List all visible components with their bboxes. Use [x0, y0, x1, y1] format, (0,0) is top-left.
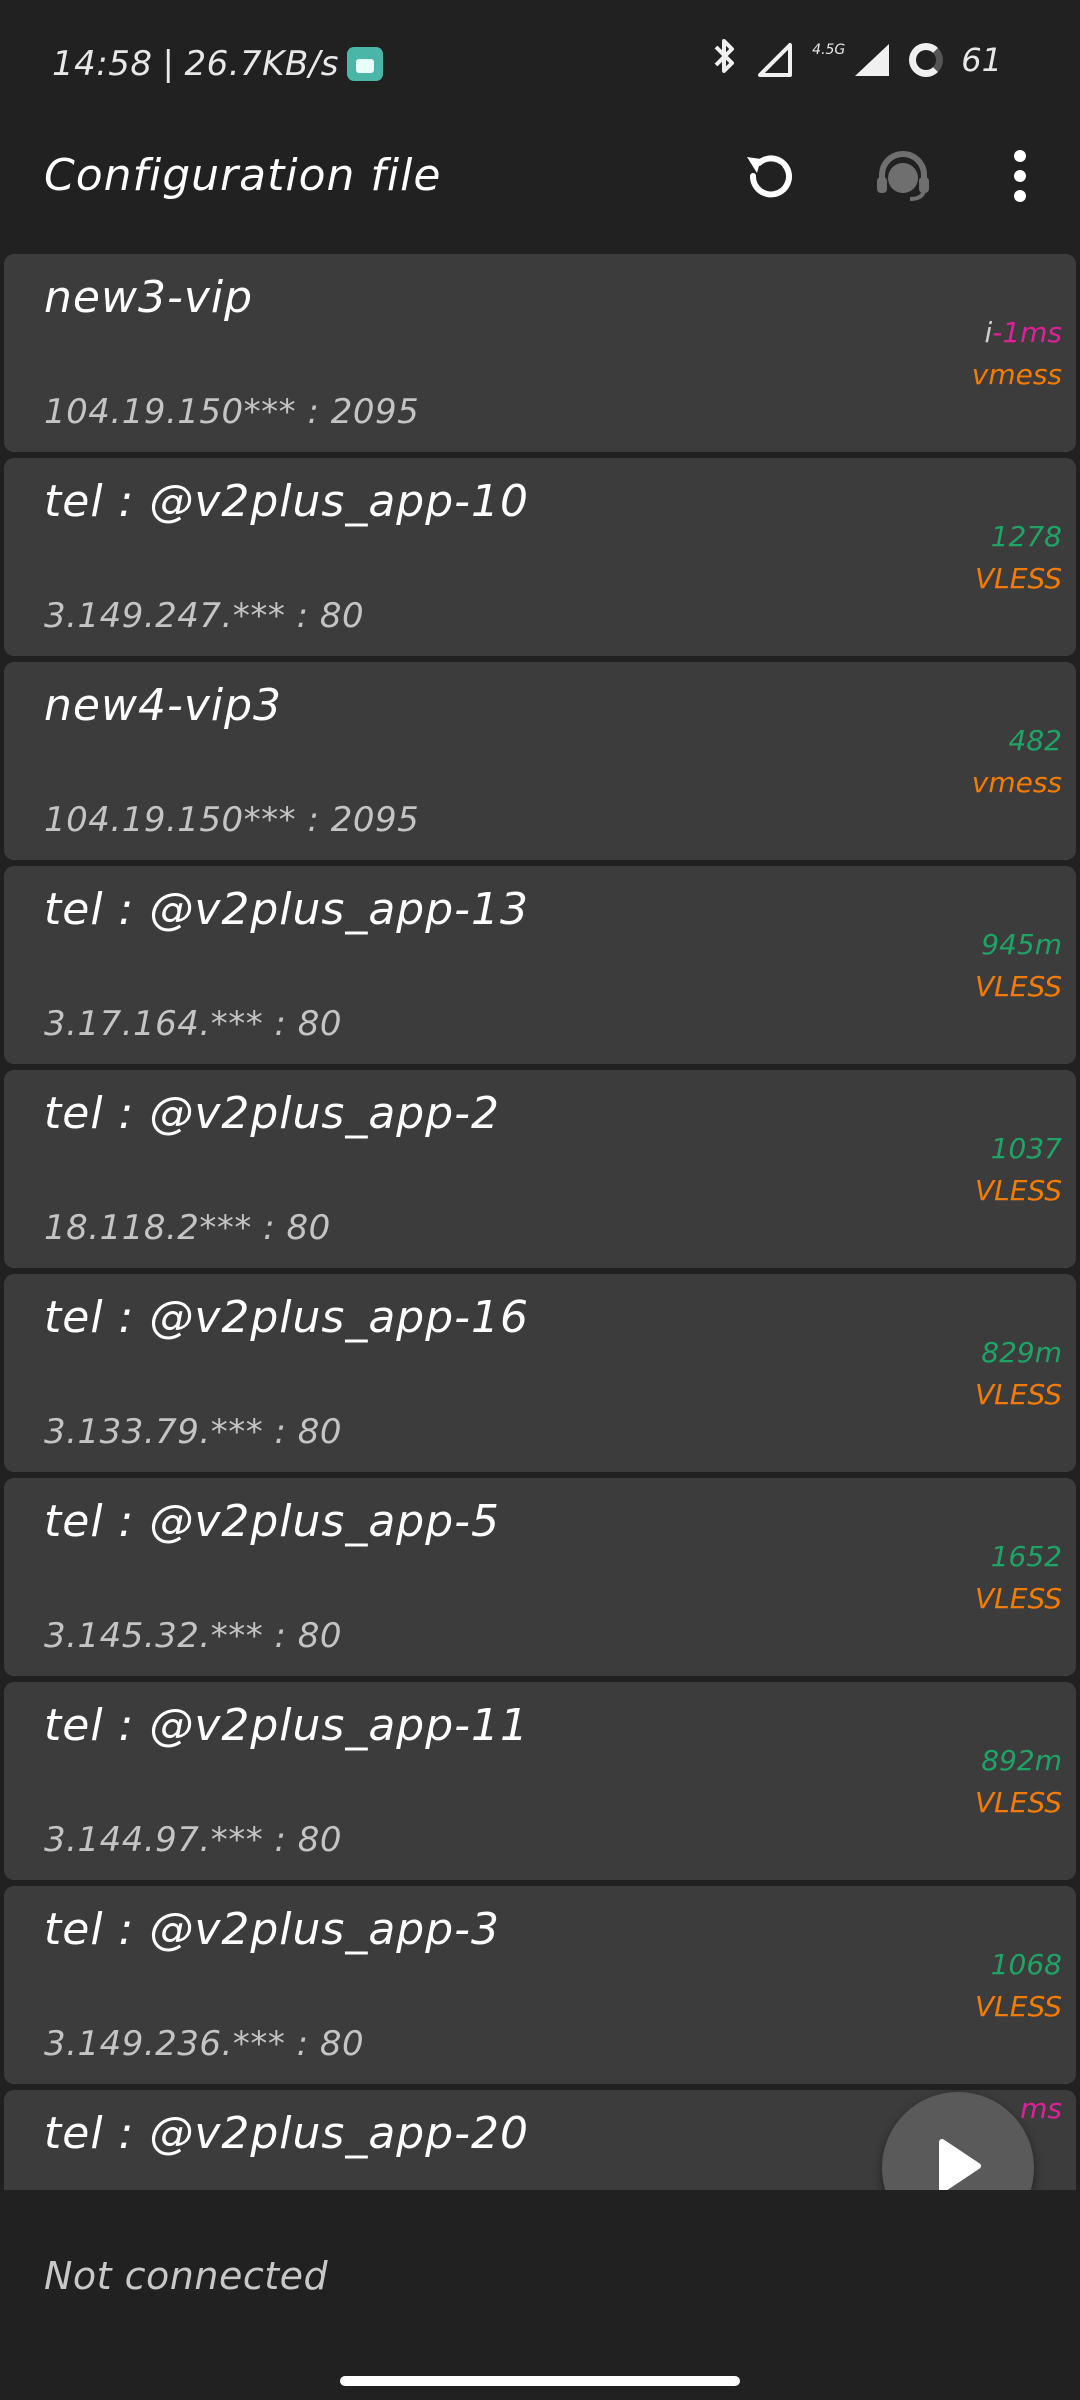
bluetooth-icon [712, 38, 738, 82]
server-latency: ms [1020, 2092, 1062, 2125]
status-bar: 14:58 | 26.7KB/s 4.5G 61 [0, 0, 1080, 128]
server-protocol: vmess [971, 358, 1062, 391]
server-latency: 1278 [990, 520, 1062, 553]
support-headset-icon [872, 145, 934, 211]
status-separator: | [162, 44, 175, 84]
server-latency: 1068 [990, 1948, 1062, 1981]
server-address: 3.144.97.*** : 80 [44, 1820, 343, 1860]
server-card[interactable]: tel : @v2plus_app-16 829m VLESS 3.133.79… [4, 1274, 1076, 1472]
server-card[interactable]: tel : @v2plus_app-10 1278 VLESS 3.149.24… [4, 458, 1076, 656]
battery-icon [909, 43, 944, 77]
server-address: 104.19.150*** : 2095 [44, 800, 420, 840]
status-speed: 26.7KB/s [184, 44, 339, 84]
status-right: 4.5G 61 [712, 38, 1002, 82]
home-indicator[interactable] [340, 2376, 740, 2386]
server-name: tel : @v2plus_app-10 [44, 476, 530, 527]
server-name: tel : @v2plus_app-3 [44, 1904, 501, 1955]
server-protocol: VLESS [975, 1786, 1062, 1819]
server-latency: 482 [1008, 724, 1062, 757]
server-card[interactable]: tel : @v2plus_app-13 945m VLESS 3.17.164… [4, 866, 1076, 1064]
server-card[interactable]: tel : @v2plus_app-5 1652 VLESS 3.145.32.… [4, 1478, 1076, 1676]
server-name: tel : @v2plus_app-2 [44, 1088, 501, 1139]
server-name: tel : @v2plus_app-5 [44, 1496, 501, 1547]
server-name: tel : @v2plus_app-20 [44, 2108, 530, 2159]
server-protocol: VLESS [975, 1174, 1062, 1207]
connection-status: Not connected [44, 2254, 329, 2298]
network-type-label: 4.5G [812, 42, 846, 58]
status-time: 14:58 [52, 44, 153, 84]
server-latency: 1037 [990, 1132, 1062, 1165]
more-vertical-icon [1010, 148, 1030, 208]
battery-level: 61 [961, 41, 1002, 79]
server-card[interactable]: tel : @v2plus_app-3 1068 VLESS 3.149.236… [4, 1886, 1076, 2084]
latency-value: -1ms [992, 316, 1062, 349]
server-protocol: VLESS [975, 1582, 1062, 1615]
notification-app-icon [346, 47, 383, 81]
server-protocol: vmess [971, 766, 1062, 799]
server-card[interactable]: tel : @v2plus_app-11 892m VLESS 3.144.97… [4, 1682, 1076, 1880]
server-address: 3.17.164.*** : 80 [44, 1004, 343, 1044]
server-latency: 945m [981, 928, 1062, 961]
server-card[interactable]: tel : @v2plus_app-2 1037 VLESS 18.118.2*… [4, 1070, 1076, 1268]
app-bar: Configuration file [0, 128, 1080, 252]
server-protocol: VLESS [975, 1990, 1062, 2023]
server-name: tel : @v2plus_app-11 [44, 1700, 530, 1751]
server-latency: 829m [981, 1336, 1062, 1369]
server-name: tel : @v2plus_app-16 [44, 1292, 530, 1343]
server-list[interactable]: new3-vip i-1ms vmess 104.19.150*** : 209… [0, 252, 1080, 2190]
server-latency: i-1ms [984, 316, 1062, 349]
refresh-icon [739, 145, 801, 211]
server-protocol: VLESS [975, 1378, 1062, 1411]
server-protocol: VLESS [975, 562, 1062, 595]
server-address: 3.133.79.*** : 80 [44, 1412, 343, 1452]
cellular-signal-icon [853, 42, 891, 78]
server-address: 104.19.150*** : 2095 [44, 392, 420, 432]
server-name: new3-vip [44, 272, 254, 323]
overflow-menu-button[interactable] [980, 138, 1060, 218]
status-left: 14:58 | 26.7KB/s [52, 44, 383, 84]
server-address: 3.145.32.*** : 80 [44, 1616, 343, 1656]
server-card[interactable]: new3-vip i-1ms vmess 104.19.150*** : 209… [4, 254, 1076, 452]
wifi-signal-icon [756, 42, 794, 78]
server-address: 3.149.247.*** : 80 [44, 596, 365, 636]
server-card[interactable]: new4-vip3 482 vmess 104.19.150*** : 2095 [4, 662, 1076, 860]
bottom-status-bar[interactable]: Not connected [0, 2190, 1080, 2400]
refresh-button[interactable] [730, 138, 810, 218]
support-button[interactable] [863, 138, 943, 218]
server-address: 18.118.2*** : 80 [44, 1208, 331, 1248]
server-name: new4-vip3 [44, 680, 283, 731]
server-latency: 892m [981, 1744, 1062, 1777]
page-title: Configuration file [44, 150, 442, 201]
server-latency: 1652 [990, 1540, 1062, 1573]
server-protocol: VLESS [975, 970, 1062, 1003]
server-name: tel : @v2plus_app-13 [44, 884, 530, 935]
server-address: 3.149.236.*** : 80 [44, 2024, 365, 2064]
